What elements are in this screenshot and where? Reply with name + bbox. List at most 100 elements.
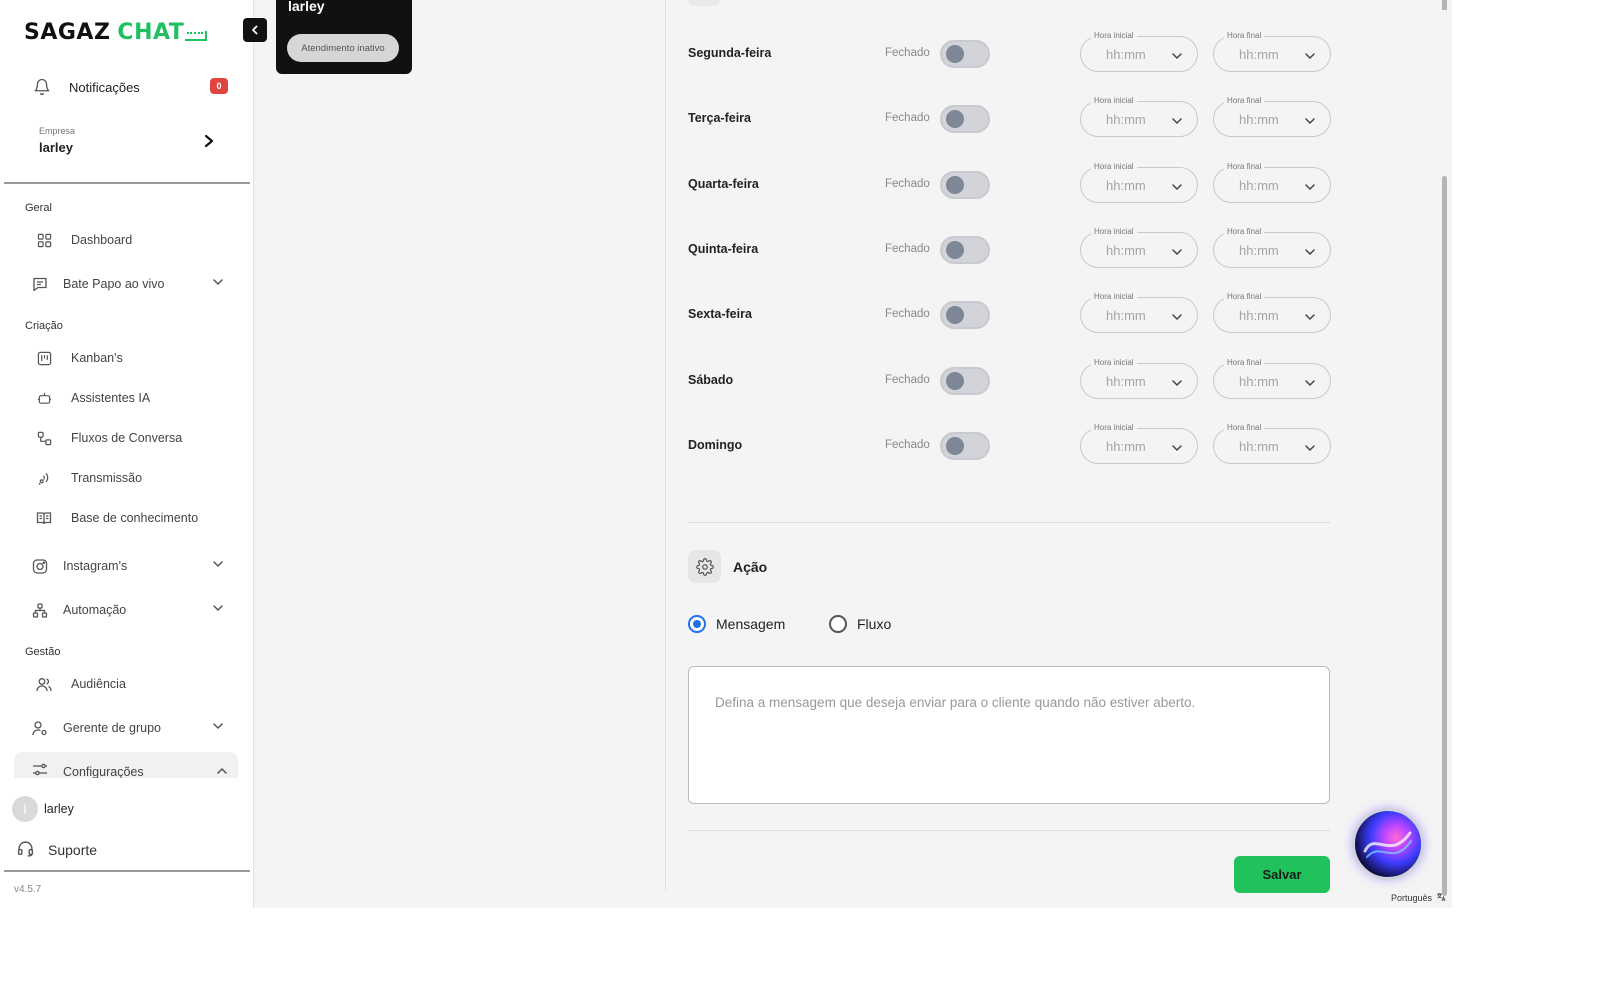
radio-flow[interactable] <box>829 615 847 633</box>
open-toggle[interactable] <box>940 367 990 395</box>
start-time-select[interactable]: Hora inicial hh:mm <box>1080 227 1198 268</box>
end-time-select[interactable]: Hora final hh:mm <box>1213 162 1331 203</box>
end-time-select[interactable]: Hora final hh:mm <box>1213 227 1331 268</box>
user-profile[interactable]: l larley <box>12 796 74 822</box>
action-title: Ação <box>733 558 768 575</box>
end-time-label: Hora final <box>1224 423 1265 433</box>
wave-icon <box>1363 831 1412 858</box>
radio-option-flow[interactable]: Fluxo <box>829 615 891 633</box>
sidebar-divider-top <box>4 182 250 184</box>
open-toggle[interactable] <box>940 236 990 264</box>
start-time-placeholder: hh:mm <box>1106 439 1146 454</box>
sidebar-item-configuracoes[interactable]: Configurações <box>14 752 238 778</box>
start-time-label: Hora inicial <box>1091 162 1137 172</box>
footer-divider <box>688 830 1330 831</box>
day-row: Quarta-feira Fechado Hora inicial hh:mm Hora… <box>688 162 1331 203</box>
closed-message-textarea[interactable] <box>688 666 1330 804</box>
start-time-select[interactable]: Hora inicial hh:mm <box>1080 423 1198 464</box>
save-button[interactable]: Salvar <box>1234 856 1330 893</box>
gear-icon <box>688 550 721 583</box>
end-time-select[interactable]: Hora final hh:mm <box>1213 358 1331 399</box>
day-row: Segunda-feira Fechado Hora inicial hh:mm Hor… <box>688 31 1331 72</box>
radio-option-message[interactable]: Mensagem <box>688 615 785 633</box>
start-time-select[interactable]: Hora inicial hh:mm <box>1080 358 1198 399</box>
sidebar-item-fluxos[interactable]: Fluxos de Conversa <box>36 426 228 450</box>
chevron-down-icon <box>1171 441 1183 459</box>
collapse-sidebar-button[interactable] <box>243 18 267 42</box>
chevron-right-icon <box>203 134 215 152</box>
day-name: Segunda-feira <box>688 46 772 60</box>
sidebar-item-label: Audiência <box>71 677 126 691</box>
sidebar-item-instagram[interactable]: Instagram's <box>32 554 224 578</box>
chevron-down-icon <box>1304 114 1316 132</box>
sidebar-item-automacao[interactable]: Automação <box>32 598 224 622</box>
day-row: Sábado Fechado Hora inicial hh:mm Hora final… <box>688 358 1331 399</box>
day-name: Domingo <box>688 438 743 452</box>
start-time-placeholder: hh:mm <box>1106 47 1146 62</box>
start-time-placeholder: hh:mm <box>1106 308 1146 323</box>
chevron-up-icon <box>216 764 228 778</box>
toggle-knob <box>946 241 964 259</box>
day-name: Quinta-feira <box>688 242 759 256</box>
kanban-icon <box>36 350 52 366</box>
flow-icon <box>36 430 52 446</box>
start-time-select[interactable]: Hora inicial hh:mm <box>1080 292 1198 333</box>
start-time-label: Hora inicial <box>1091 31 1137 41</box>
end-time-select[interactable]: Hora final hh:mm <box>1213 31 1331 72</box>
start-time-select[interactable]: Hora inicial hh:mm <box>1080 31 1198 72</box>
toggle-knob <box>946 45 964 63</box>
sidebar-item-label: Bate Papo ao vivo <box>63 277 165 291</box>
chevron-down-icon <box>1304 376 1316 394</box>
open-toggle[interactable] <box>940 171 990 199</box>
chat-icon <box>32 276 48 292</box>
open-toggle[interactable] <box>940 301 990 329</box>
end-time-select[interactable]: Hora final hh:mm <box>1213 292 1331 333</box>
sidebar-item-kanbans[interactable]: Kanban's <box>36 346 228 370</box>
toggle-knob <box>946 372 964 390</box>
day-status: Fechado <box>885 439 930 451</box>
start-time-select[interactable]: Hora inicial hh:mm <box>1080 96 1198 137</box>
book-icon <box>36 510 52 526</box>
sidebar-item-label: Configurações <box>63 764 144 779</box>
chevron-down-icon <box>212 720 224 735</box>
day-status: Fechado <box>885 47 930 59</box>
open-toggle[interactable] <box>940 432 990 460</box>
sidebar-item-base-conhecimento[interactable]: Base de conhecimento <box>36 506 228 530</box>
sidebar-item-bate-papo[interactable]: Bate Papo ao vivo <box>32 272 224 296</box>
headset-icon <box>17 840 34 860</box>
sidebar-item-dashboard[interactable]: Dashboard <box>36 228 228 252</box>
sidebar-item-transmissao[interactable]: Transmissão <box>36 466 228 490</box>
start-time-placeholder: hh:mm <box>1106 178 1146 193</box>
day-row: Domingo Fechado Hora inicial hh:mm Hora fina… <box>688 423 1331 464</box>
ai-assistant-orb-button[interactable] <box>1352 808 1424 880</box>
language-selector[interactable]: Português <box>1391 892 1446 904</box>
sidebar-item-assistentes[interactable]: Assistentes IA <box>36 386 228 410</box>
chevron-down-icon <box>212 558 224 573</box>
day-status: Fechado <box>885 374 930 386</box>
support-link[interactable]: Suporte <box>17 840 97 860</box>
sidebar-item-audiencia[interactable]: Audiência <box>36 672 228 696</box>
section-icon-box <box>688 0 720 6</box>
notifications-item[interactable]: Notificações 0 <box>32 76 228 98</box>
company-selector[interactable]: Empresa larley <box>39 126 215 155</box>
open-toggle[interactable] <box>940 40 990 68</box>
company-status-card: larley Atendimento inativo <box>276 0 412 74</box>
radio-message[interactable] <box>688 615 706 633</box>
sidebar-item-gerente-grupo[interactable]: Gerente de grupo <box>32 716 224 740</box>
attendance-status-pill[interactable]: Atendimento inativo <box>287 34 399 62</box>
chevron-left-icon <box>252 25 258 35</box>
chevron-down-icon <box>212 276 224 291</box>
toggle-knob <box>946 437 964 455</box>
notifications-count-badge: 0 <box>210 78 228 94</box>
end-time-label: Hora final <box>1224 292 1265 302</box>
end-time-select[interactable]: Hora final hh:mm <box>1213 96 1331 137</box>
open-toggle[interactable] <box>940 105 990 133</box>
chevron-down-icon <box>1171 114 1183 132</box>
day-status: Fechado <box>885 308 930 320</box>
start-time-select[interactable]: Hora inicial hh:mm <box>1080 162 1198 203</box>
end-time-select[interactable]: Hora final hh:mm <box>1213 423 1331 464</box>
day-status: Fechado <box>885 243 930 255</box>
chevron-down-icon <box>1304 180 1316 198</box>
scrollbar-thumb[interactable] <box>1442 176 1447 896</box>
chevron-down-icon <box>1304 441 1316 459</box>
